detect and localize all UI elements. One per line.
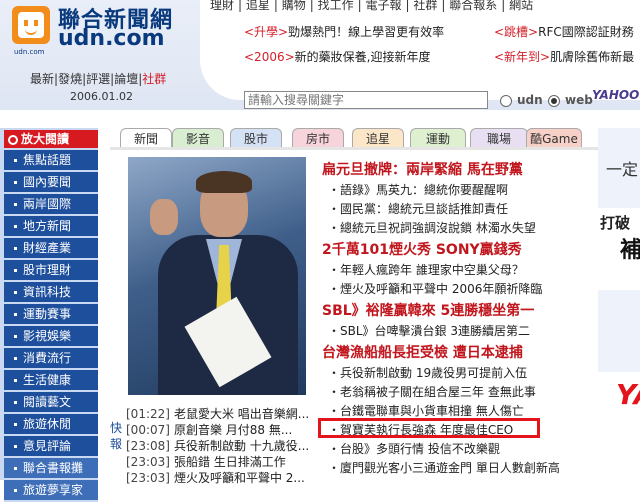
sidebar-item[interactable]: 影視娛樂 bbox=[4, 326, 98, 348]
top-nav-item[interactable]: 找工作 bbox=[318, 0, 354, 12]
top-nav-item[interactable]: 理財 bbox=[210, 0, 234, 12]
promo-link[interactable]: RFC國際認証財務 bbox=[538, 25, 634, 39]
promo-tag[interactable]: <新年到> bbox=[494, 50, 550, 64]
top-nav-item[interactable]: 聯合報系 bbox=[449, 0, 497, 12]
headline-sub[interactable]: ・SBL》台啤擊潰台銀 3連勝續居第二 bbox=[328, 322, 530, 339]
tab-property[interactable]: 房市 bbox=[292, 128, 344, 148]
sidebar-item[interactable]: 運動賽事 bbox=[4, 304, 98, 326]
tab-stars[interactable]: 追星 bbox=[352, 128, 404, 148]
headline-sub[interactable]: ・煙火及呼籲和平聲中 2006年願祈降臨 bbox=[328, 280, 542, 297]
promo-row: <升學>勁爆熱門！線上學習更有效率 <跳槽>RFC國際認証財務 bbox=[244, 20, 640, 45]
highlight-box bbox=[318, 418, 540, 438]
sidebar-item[interactable]: 旅遊休閒 bbox=[4, 414, 98, 436]
headline-photo[interactable] bbox=[128, 157, 306, 395]
tab-sports[interactable]: 運動 bbox=[410, 128, 466, 148]
sidebar-title: 放大閱讀 bbox=[21, 132, 70, 146]
current-date: 2006.01.02 bbox=[70, 90, 133, 103]
tab-underline bbox=[110, 147, 600, 150]
promo-link[interactable]: 勁爆熱門！線上學習更有效率 bbox=[288, 25, 444, 39]
promo-tag[interactable]: <2006> bbox=[244, 50, 295, 64]
ad-text: 打破 bbox=[600, 214, 631, 232]
top-nav: 理財 | 追星 | 購物 | 找工作 | 電子報 | 社群 | 聯合報系 | 網站 bbox=[210, 0, 534, 12]
headline-sub[interactable]: ・國民黨：總統元旦談話推卸責任 bbox=[328, 200, 508, 217]
search-web-radio[interactable] bbox=[548, 95, 560, 107]
sidebar-item[interactable]: 生活健康 bbox=[4, 370, 98, 392]
sidebar-item[interactable]: 兩岸國際 bbox=[4, 194, 98, 216]
promo-link[interactable]: 新的藥妝保養,迎接新年度 bbox=[295, 50, 431, 64]
sub-nav-item[interactable]: 評選 bbox=[86, 72, 110, 86]
quick-news-item[interactable]: [01:22] 老鼠愛大米 唱出音樂網... bbox=[126, 405, 309, 422]
sub-nav-item[interactable]: 論壇 bbox=[114, 72, 138, 86]
yahoo-logo[interactable]: YAHOO! bbox=[592, 88, 640, 102]
headline-sub[interactable]: ・台股》多頭行情 投信不改樂觀 bbox=[328, 440, 500, 457]
promo-tag[interactable]: <跳槽> bbox=[494, 25, 538, 39]
sidebar-item[interactable]: 地方新聞 bbox=[4, 216, 98, 238]
sub-nav-item[interactable]: 發燒 bbox=[58, 72, 82, 86]
sub-nav-item-community[interactable]: 社群 bbox=[142, 72, 166, 86]
sidebar-item[interactable]: 股市理財 bbox=[4, 260, 98, 282]
category-tabs: 新聞 影音 股市 房市 追星 運動 職場 酷Game bbox=[110, 128, 640, 148]
sub-nav-item[interactable]: 最新 bbox=[30, 72, 54, 86]
sidebar-item[interactable]: 國內要聞 bbox=[4, 172, 98, 194]
quick-news-item[interactable]: [23:08] 兵役新制啟動 十九歲役... bbox=[126, 437, 309, 454]
site-domain[interactable]: udn.com bbox=[58, 26, 165, 51]
sidebar-item[interactable]: 聯合書報攤 bbox=[4, 458, 98, 480]
top-nav-item[interactable]: 購物 bbox=[282, 0, 306, 12]
sidebar-header[interactable]: 放大閱讀 bbox=[4, 130, 98, 148]
quick-news-item[interactable]: [23:03] 張船錯 生日排滿工作 bbox=[126, 453, 286, 470]
sidebar-item[interactable]: 意見評論 bbox=[4, 436, 98, 458]
top-nav-item[interactable]: 網站 bbox=[509, 0, 533, 12]
right-ad-strip[interactable]: 一定 打破 補 YA bbox=[598, 128, 640, 480]
top-nav-item[interactable]: 社群 bbox=[413, 0, 437, 12]
tab-news[interactable]: 新聞 bbox=[120, 128, 172, 148]
headline-sub[interactable]: ・老翁稱被子關在組合屋三年 查無此事 bbox=[328, 383, 536, 400]
search-web-label[interactable]: web bbox=[565, 93, 593, 107]
headline-title[interactable]: 台灣漁船船長拒受檢 遭日本逮捕 bbox=[322, 342, 523, 362]
headline-sub[interactable]: ・語錄》馬英九：總統你要醒醒啊 bbox=[328, 181, 508, 198]
headline-sub[interactable]: ・廈門觀光客小三通遊金門 單日人數創新高 bbox=[328, 459, 560, 476]
headline-title[interactable]: 2千萬101煙火秀 SONY贏錢秀 bbox=[322, 239, 522, 259]
tab-stocks[interactable]: 股市 bbox=[230, 128, 282, 148]
headline-title[interactable]: 扁元旦撤牌：兩岸緊縮 馬在野黨 bbox=[322, 159, 523, 179]
top-nav-item[interactable]: 追星 bbox=[246, 0, 270, 12]
sidebar-item[interactable]: 焦點話題 bbox=[4, 150, 98, 172]
logo-subtext: udn.com bbox=[14, 48, 45, 56]
ad-text: YA bbox=[616, 378, 640, 411]
sub-nav: 最新|發燒|評選|論壇|社群 bbox=[30, 72, 167, 86]
sidebar: 放大閱讀 焦點話題 國內要聞 兩岸國際 地方新聞 財經產業 股市理財 資訊科技 … bbox=[0, 128, 98, 502]
udn-logo-icon[interactable] bbox=[12, 6, 50, 44]
headline-sub[interactable]: ・年輕人瘋跨年 誰理家中空巢父母？ bbox=[328, 261, 524, 278]
sidebar-item[interactable]: 資訊科技 bbox=[4, 282, 98, 304]
quick-news-label: 快報 bbox=[110, 421, 123, 451]
sidebar-item[interactable]: 消費流行 bbox=[4, 348, 98, 370]
promo-link[interactable]: 肌膚除舊佈新最 bbox=[550, 50, 634, 64]
sidebar-item[interactable]: 旅遊夢享家 bbox=[4, 480, 98, 502]
headline-title[interactable]: SBL》裕隆贏韓來 5連勝穩坐第一 bbox=[322, 300, 534, 320]
search-udn-label[interactable]: udn bbox=[517, 93, 543, 107]
top-nav-item[interactable]: 電子報 bbox=[366, 0, 402, 12]
promo-links: <升學>勁爆熱門！線上學習更有效率 <跳槽>RFC國際認証財務 <2006>新的… bbox=[244, 20, 640, 70]
sidebar-item[interactable]: 閱讀藝文 bbox=[4, 392, 98, 414]
magnifier-icon bbox=[8, 135, 18, 145]
search-udn-radio[interactable] bbox=[500, 95, 512, 107]
quick-news-item[interactable]: [23:03] 煙火及呼籲和平聲中 2... bbox=[126, 469, 305, 486]
sidebar-item[interactable]: 財經產業 bbox=[4, 238, 98, 260]
site-header: 聯合新聞網 udn.com udn.com 理財 | 追星 | 購物 | 找工作 | 電… bbox=[0, 0, 640, 110]
promo-tag[interactable]: <升學> bbox=[244, 25, 288, 39]
quick-news-item[interactable]: [00:07] 原創音樂 月付88 無... bbox=[126, 421, 292, 438]
promo-row: <2006>新的藥妝保養,迎接新年度 <新年到>肌膚除舊佈新最 bbox=[244, 45, 640, 70]
ad-text: 一定 bbox=[606, 160, 639, 179]
headline-sub[interactable]: ・兵役新制啟動 19歲役男可提前入伍 bbox=[328, 364, 527, 381]
tab-cool-game[interactable]: 酷Game bbox=[526, 128, 582, 148]
headline-sub[interactable]: ・台鐵電聯車與小貨車相撞 無人傷亡 bbox=[328, 402, 524, 419]
search-input[interactable] bbox=[244, 91, 488, 109]
tab-career[interactable]: 職場 bbox=[470, 128, 528, 148]
tab-video[interactable]: 影音 bbox=[172, 128, 224, 148]
ad-text: 補 bbox=[620, 238, 640, 263]
headline-sub[interactable]: ・總統元旦祝詞強調沒說鎖 林濁水失望 bbox=[328, 219, 536, 236]
